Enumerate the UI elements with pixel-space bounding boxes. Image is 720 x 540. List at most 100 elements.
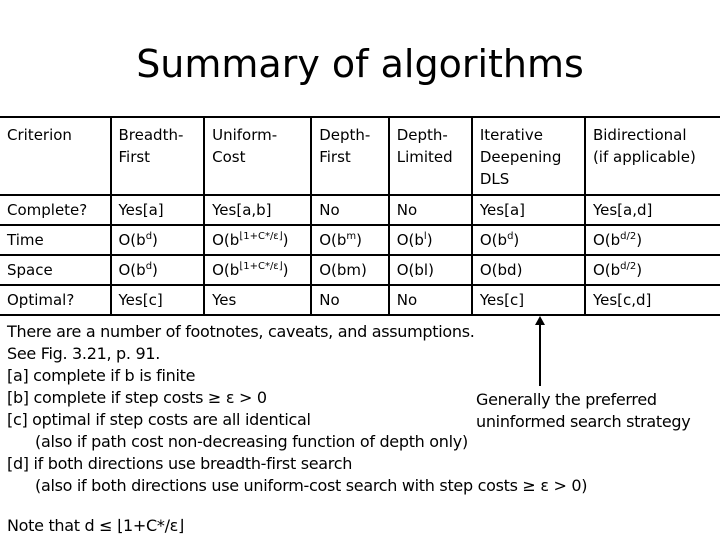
header-cell: Uniform- Cost <box>203 116 313 196</box>
footnote-line: [d] if both directions use breadth-first… <box>7 454 353 473</box>
cell-text: O(b <box>212 261 240 279</box>
cell-text: Yes[c] <box>479 291 525 309</box>
table-cell: O(bm) <box>310 224 390 256</box>
cell-text: Yes[a,d] <box>592 201 653 219</box>
table-cell: O(bl) <box>387 224 473 256</box>
header-line: Deepening <box>479 148 562 166</box>
cell-exponent: m <box>346 231 357 242</box>
cell-exponent: ⌊1+C*/ε⌋ <box>239 261 283 272</box>
footnote-line: (also if path cost non-decreasing functi… <box>35 432 468 451</box>
algorithms-table: Criterion Breadth- First Uniform- Cost Depth-… <box>0 116 720 316</box>
header-line: DLS <box>479 170 510 188</box>
header-line: Depth- <box>396 126 448 144</box>
footer-note: Note that d ≤ ⌊1+C*/ε⌋ <box>7 516 184 535</box>
table-row: Optimal? Yes[c] Yes No No Yes[c] Yes[c,d] <box>0 284 720 316</box>
cell-text: ) <box>282 231 289 249</box>
cell-exponent: ⌊1+C*/ε⌋ <box>239 231 283 242</box>
cell-text: Yes[a,b] <box>212 201 272 219</box>
row-label: Optimal? <box>0 284 112 316</box>
table-cell: O(bd) <box>470 224 586 256</box>
footnote-line: See Fig. 3.21, p. 91. <box>7 344 161 363</box>
cell-text: ) <box>426 231 433 249</box>
arrow-icon <box>535 316 545 386</box>
table-row: Time O(bd) O(b⌊1+C*/ε⌋) O(bm) O(bl) O(bd) O(bd… <box>0 224 720 256</box>
footnote-line: There are a number of footnotes, caveats… <box>7 322 475 341</box>
header-line: (if applicable) <box>592 148 696 166</box>
header-line: Criterion <box>7 126 72 144</box>
cell-text: No <box>396 291 418 309</box>
cell-text: ) <box>282 261 289 279</box>
table-cell: Yes[c] <box>470 284 586 316</box>
cell-text: O(b <box>396 231 424 249</box>
footnote-line: (also if both directions use uniform-cos… <box>35 476 588 495</box>
cell-text: O(bl) <box>396 261 434 279</box>
table-cell: Yes[a] <box>109 194 206 226</box>
header-cell: Breadth- First <box>109 116 206 196</box>
cell-exponent: d/2 <box>620 261 637 272</box>
cell-text: Yes <box>212 291 237 309</box>
table-row: Complete? Yes[a] Yes[a,b] No No Yes[a] Yes[a,d… <box>0 194 720 226</box>
header-cell: Bidirectional (if applicable) <box>583 116 720 196</box>
cell-text: No <box>319 291 340 309</box>
cell-text: O(b <box>118 261 146 279</box>
header-line: Breadth- <box>118 126 184 144</box>
table-cell: Yes[a,b] <box>203 194 313 226</box>
row-label: Space <box>0 254 112 286</box>
callout-line: Generally the preferred <box>476 390 657 409</box>
cell-text: O(b <box>212 231 240 249</box>
table-cell: No <box>310 194 390 226</box>
table-cell: O(bm) <box>310 254 390 286</box>
header-cell: Criterion <box>0 116 112 196</box>
cell-text: ) <box>636 261 643 279</box>
row-label: Time <box>0 224 112 256</box>
cell-text: O(bd) <box>479 261 523 279</box>
cell-text: Yes[a] <box>479 201 525 219</box>
table-cell: O(bd) <box>109 254 206 286</box>
cell-text: No <box>319 201 340 219</box>
table-cell: O(bd) <box>109 224 206 256</box>
table-cell: Yes[c] <box>109 284 206 316</box>
row-label: Complete? <box>0 194 112 226</box>
cell-text: ) <box>356 231 363 249</box>
table-cell: No <box>387 284 473 316</box>
table-cell: O(b⌊1+C*/ε⌋) <box>203 224 313 256</box>
header-line: Iterative <box>479 126 543 144</box>
table-cell: Yes[a,d] <box>583 194 720 226</box>
table-cell: O(bl) <box>387 254 473 286</box>
cell-text: Yes[a] <box>118 201 164 219</box>
footnote-line: [a] complete if b is finite <box>7 366 196 385</box>
table-cell: Yes[a] <box>470 194 586 226</box>
header-cell: Depth- Limited <box>387 116 473 196</box>
table-cell: O(bd) <box>470 254 586 286</box>
header-cell: Depth- First <box>310 116 390 196</box>
table-cell: O(bd/2) <box>583 224 720 256</box>
cell-text: O(b <box>592 231 621 249</box>
header-row: Criterion Breadth- First Uniform- Cost Depth-… <box>0 116 720 196</box>
table-cell: Yes <box>203 284 313 316</box>
header-cell: Iterative Deepening DLS <box>470 116 586 196</box>
header-line: First <box>319 148 351 166</box>
header-line: Limited <box>396 148 453 166</box>
cell-text: O(b <box>592 261 621 279</box>
callout-line: uninformed search strategy <box>476 412 691 431</box>
cell-text: O(b <box>118 231 146 249</box>
table-cell: No <box>310 284 390 316</box>
cell-text: Yes[c] <box>118 291 163 309</box>
header-line: First <box>118 148 151 166</box>
header-line: Cost <box>212 148 246 166</box>
table-cell: O(bd/2) <box>583 254 720 286</box>
cell-text: O(b <box>479 231 508 249</box>
cell-text: No <box>396 201 418 219</box>
cell-text: ) <box>636 231 643 249</box>
table-row: Space O(bd) O(b⌊1+C*/ε⌋) O(bm) O(bl) O(bd) O(b… <box>0 254 720 286</box>
cell-text: O(bm) <box>319 261 367 279</box>
cell-text: ) <box>152 231 158 249</box>
table-cell: Yes[c,d] <box>583 284 720 316</box>
table-cell: No <box>387 194 473 226</box>
table-cell: O(b⌊1+C*/ε⌋) <box>203 254 313 286</box>
header-line: Uniform- <box>212 126 278 144</box>
cell-text: ) <box>513 231 520 249</box>
cell-text: ) <box>152 261 158 279</box>
cell-text: O(b <box>319 231 347 249</box>
header-line: Depth- <box>319 126 371 144</box>
